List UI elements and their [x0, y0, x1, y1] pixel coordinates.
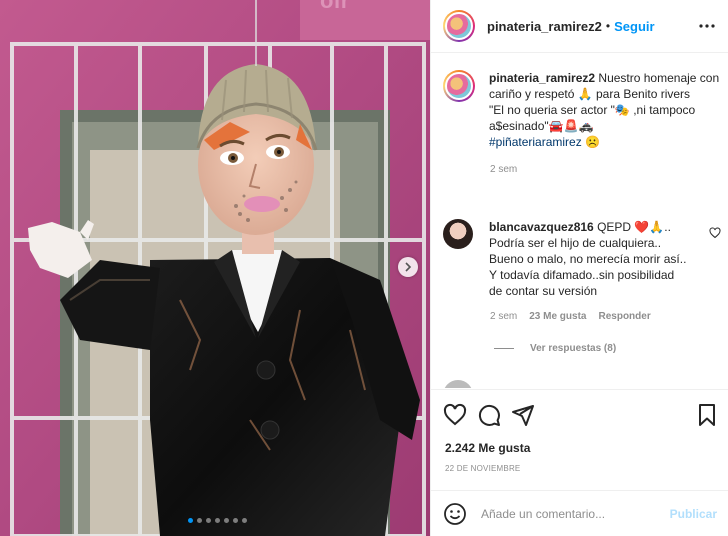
carousel-dot	[188, 518, 193, 523]
next-comment-peek	[443, 380, 723, 388]
post-photo[interactable]: ofr	[0, 0, 430, 536]
post-side-panel: pinateria_ramirez2 • Seguir pinateria_ra…	[430, 0, 728, 536]
carousel-dot	[215, 518, 220, 523]
reply-button[interactable]: Responder	[598, 311, 650, 322]
comment-time: 2 sem	[490, 311, 518, 322]
likes-number: 2.242	[445, 441, 476, 455]
comment-head: QEPD ❤️🙏..	[597, 220, 671, 234]
comment-line: de contar su versión	[489, 284, 598, 298]
carousel-dots	[188, 518, 247, 523]
view-replies-label: Ver respuestas (8)	[530, 343, 617, 354]
comment-line: Y todavía difamado..sin posibilidad	[489, 268, 675, 282]
next-commenter-avatar	[443, 380, 473, 388]
carousel-dot	[206, 518, 211, 523]
author-avatar[interactable]	[443, 10, 475, 42]
carousel-dot	[242, 518, 247, 523]
save-bookmark-icon[interactable]	[695, 403, 719, 427]
like-comment-icon[interactable]	[709, 227, 721, 239]
comment-likes[interactable]: 23 Me gusta	[529, 311, 586, 322]
svg-text:ofr: ofr	[320, 0, 350, 13]
author-username[interactable]: pinateria_ramirez2	[487, 19, 602, 34]
comment-bubble-icon[interactable]	[477, 403, 501, 427]
caption-line-2: "El no queria ser actor "🎭 ,ni tampoco a…	[489, 103, 696, 133]
likes-label: Me gusta	[478, 441, 531, 455]
like-heart-icon[interactable]	[443, 403, 467, 427]
pinata-photo-image: ofr	[0, 0, 430, 536]
emoji-picker-icon[interactable]	[443, 502, 467, 526]
caption-avatar[interactable]	[443, 70, 475, 102]
follow-button[interactable]: Seguir	[614, 19, 654, 34]
commenter-username[interactable]: blancavazquez816	[489, 220, 594, 234]
likes-count[interactable]: 2.242 Me gusta	[445, 441, 530, 455]
caption-emoji: ☹️	[585, 135, 601, 149]
post-header: pinateria_ramirez2 • Seguir	[431, 0, 728, 53]
next-photo-button[interactable]	[398, 257, 418, 277]
add-comment-bar: Publicar	[431, 490, 728, 536]
comment-line: Podría ser el hijo de cualquiera..	[489, 236, 662, 250]
more-options-icon[interactable]	[695, 14, 719, 38]
post-date: 22 DE NOVIEMBRE	[445, 464, 521, 473]
share-send-icon[interactable]	[511, 403, 535, 427]
publish-button[interactable]: Publicar	[670, 507, 717, 521]
caption-username[interactable]: pinateria_ramirez2	[489, 71, 595, 85]
comment-line: Bueno o malo, no merecía morir así..	[489, 252, 687, 266]
chevron-right-icon	[405, 262, 412, 272]
comment-input[interactable]	[481, 507, 661, 521]
carousel-dot	[233, 518, 238, 523]
carousel-dot	[224, 518, 229, 523]
commenter-avatar[interactable]	[443, 219, 473, 249]
caption-time: 2 sem	[490, 164, 518, 175]
post-caption: pinateria_ramirez2 Nuestro homenaje con …	[443, 70, 723, 175]
header-separator: •	[605, 19, 611, 33]
carousel-dot	[197, 518, 202, 523]
comment-item: blancavazquez816 QEPD ❤️🙏.. Podría ser e…	[443, 219, 727, 354]
view-replies-button[interactable]: Ver respuestas (8)	[494, 343, 727, 354]
caption-hashtag[interactable]: #piñateriaramirez	[489, 135, 582, 149]
post-actions-area: 2.242 Me gusta 22 DE NOVIEMBRE Publicar	[431, 389, 728, 536]
